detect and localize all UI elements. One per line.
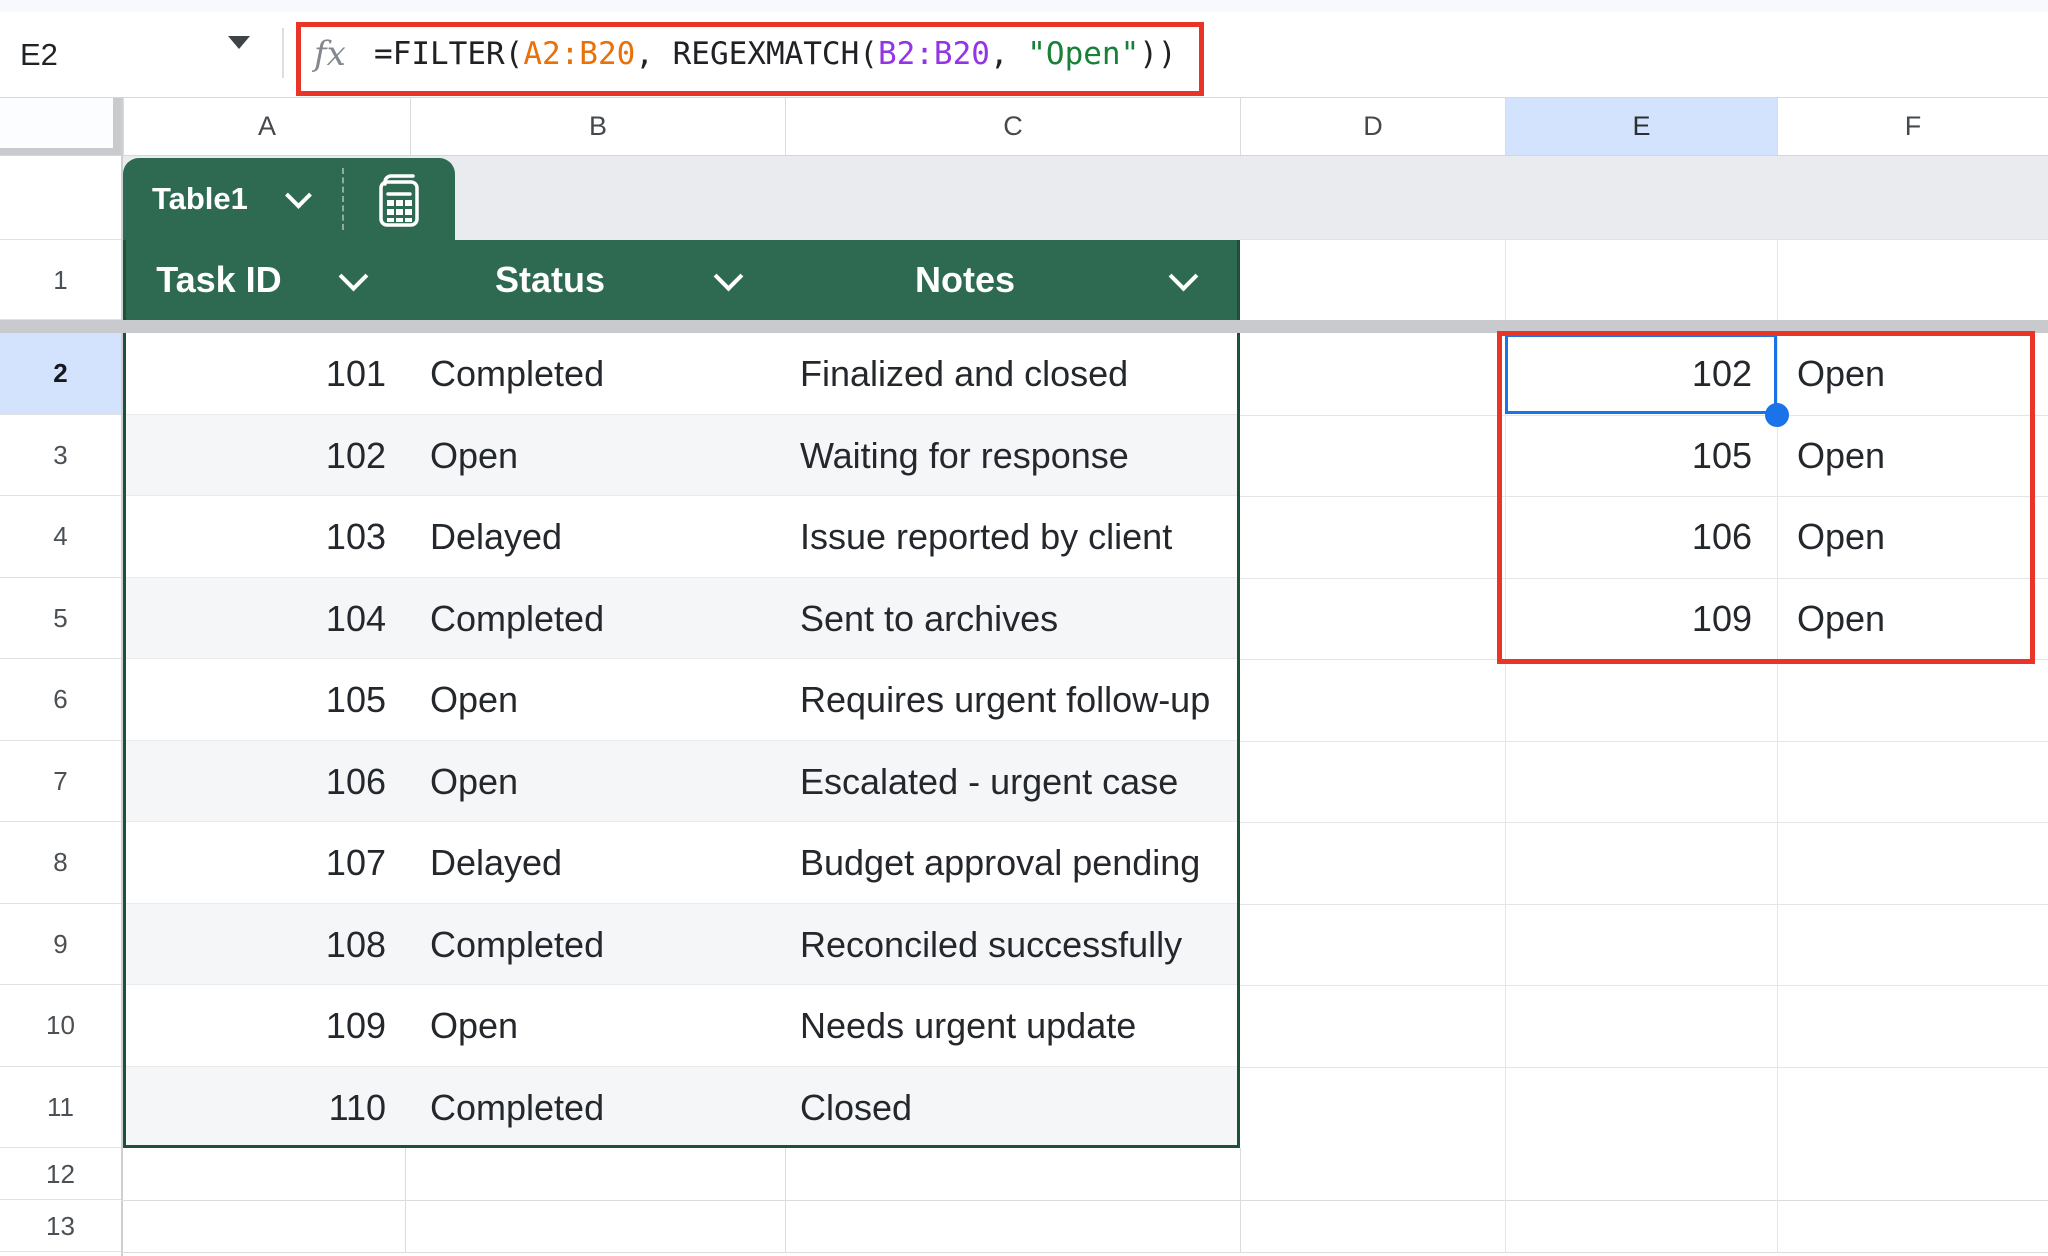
- cell-C4[interactable]: Issue reported by client: [800, 496, 1172, 578]
- gridline: [405, 1148, 406, 1252]
- column-header-bottom-line: [0, 155, 2048, 156]
- red-annotation-formula-box: [296, 22, 1204, 96]
- row-header-11[interactable]: 11: [0, 1067, 121, 1149]
- row-header-10[interactable]: 10: [0, 985, 121, 1067]
- table-menu-chevron-icon[interactable]: [285, 182, 312, 209]
- cell-B4[interactable]: Delayed: [430, 496, 562, 578]
- gridline: [1240, 822, 2048, 823]
- cell-B7[interactable]: Open: [430, 741, 518, 823]
- table-header-cell-notes[interactable]: Notes: [785, 240, 1240, 320]
- cell-C8[interactable]: Budget approval pending: [800, 822, 1200, 904]
- cell-B5[interactable]: Completed: [430, 578, 604, 660]
- row-header-6[interactable]: 6: [0, 659, 121, 741]
- row-header-13[interactable]: 13: [0, 1200, 121, 1252]
- cell-A9[interactable]: 108: [123, 904, 386, 986]
- name-box-value: E2: [20, 12, 58, 97]
- table-header-cell-task-id[interactable]: Task ID: [123, 240, 410, 320]
- spreadsheet: E2 fx =FILTER(A2:B20, REGEXMATCH(B2:B20,…: [0, 0, 2048, 1256]
- gridline: [1240, 985, 2048, 986]
- column-header-C[interactable]: C: [785, 97, 1240, 156]
- row-header-3[interactable]: 3: [0, 415, 121, 497]
- gridline: [1240, 741, 2048, 742]
- row-header-8[interactable]: 8: [0, 822, 121, 904]
- table-header-row: Task ID Status Notes: [123, 240, 1240, 320]
- gridline: [121, 1200, 2048, 1201]
- row-header-2[interactable]: 2: [0, 333, 121, 415]
- cell-A5[interactable]: 104: [123, 578, 386, 660]
- cell-A8[interactable]: 107: [123, 822, 386, 904]
- table-border-bottom: [123, 1145, 1240, 1148]
- table-header-label: Task ID: [156, 259, 281, 301]
- table-border-right: [1237, 240, 1240, 1148]
- cell-B3[interactable]: Open: [430, 415, 518, 497]
- cell-B10[interactable]: Open: [430, 985, 518, 1067]
- red-annotation-results-box: [1497, 331, 2035, 664]
- column-header-E[interactable]: E: [1505, 97, 1777, 156]
- cell-B8[interactable]: Delayed: [430, 822, 562, 904]
- cell-A11[interactable]: 110: [123, 1067, 386, 1149]
- table-grid-icon[interactable]: [375, 171, 423, 229]
- table-tab-divider: [342, 168, 344, 230]
- row-header-blank[interactable]: [0, 156, 121, 240]
- cell-B6[interactable]: Open: [430, 659, 518, 741]
- cell-C6[interactable]: Requires urgent follow-up: [800, 659, 1210, 741]
- column-dropdown-chevron-icon[interactable]: [1169, 262, 1199, 292]
- table-header-label: Status: [495, 259, 605, 301]
- cell-A7[interactable]: 106: [123, 741, 386, 823]
- cell-A10[interactable]: 109: [123, 985, 386, 1067]
- cell-C2[interactable]: Finalized and closed: [800, 333, 1128, 415]
- cell-C3[interactable]: Waiting for response: [800, 415, 1129, 497]
- cell-C9[interactable]: Reconciled successfully: [800, 904, 1182, 986]
- column-header-A[interactable]: A: [123, 97, 410, 156]
- row-header-7[interactable]: 7: [0, 741, 121, 823]
- cell-C7[interactable]: Escalated - urgent case: [800, 741, 1178, 823]
- gridline: [1240, 1067, 2048, 1068]
- name-box-caret-icon[interactable]: [228, 36, 250, 49]
- cell-B9[interactable]: Completed: [430, 904, 604, 986]
- top-strip: [0, 0, 2048, 12]
- cell-A4[interactable]: 103: [123, 496, 386, 578]
- gridline: [1240, 1148, 1241, 1252]
- gridline: [785, 1148, 786, 1252]
- column-header-F[interactable]: F: [1777, 97, 2048, 156]
- cell-C5[interactable]: Sent to archives: [800, 578, 1058, 660]
- row-header-5[interactable]: 5: [0, 578, 121, 660]
- cell-C10[interactable]: Needs urgent update: [800, 985, 1136, 1067]
- gridline: [121, 1252, 2048, 1253]
- cell-A6[interactable]: 105: [123, 659, 386, 741]
- gridline: [1240, 904, 2048, 905]
- gridline: [1240, 239, 2048, 240]
- table-name: Table1: [152, 158, 248, 240]
- select-all-corner[interactable]: [0, 97, 121, 156]
- table-header-label: Notes: [915, 259, 1015, 301]
- cell-C11[interactable]: Closed: [800, 1067, 912, 1149]
- column-header-B[interactable]: B: [410, 97, 785, 156]
- row-header-12[interactable]: 12: [0, 1148, 121, 1200]
- column-dropdown-chevron-icon[interactable]: [339, 262, 369, 292]
- table-header-cell-status[interactable]: Status: [410, 240, 785, 320]
- table-tab[interactable]: Table1: [123, 158, 455, 240]
- column-dropdown-chevron-icon[interactable]: [714, 262, 744, 292]
- row-header-9[interactable]: 9: [0, 904, 121, 986]
- column-header-D[interactable]: D: [1240, 97, 1505, 156]
- cell-B2[interactable]: Completed: [430, 333, 604, 415]
- toolbar-divider: [282, 28, 284, 78]
- table-border-left: [123, 240, 126, 1148]
- row-header-1[interactable]: 1: [0, 240, 121, 320]
- row-header-4[interactable]: 4: [0, 496, 121, 578]
- cell-A3[interactable]: 102: [123, 415, 386, 497]
- cell-B11[interactable]: Completed: [430, 1067, 604, 1149]
- column-header-top-line: [0, 97, 2048, 98]
- name-box[interactable]: E2: [0, 12, 282, 97]
- cell-A2[interactable]: 101: [123, 333, 386, 415]
